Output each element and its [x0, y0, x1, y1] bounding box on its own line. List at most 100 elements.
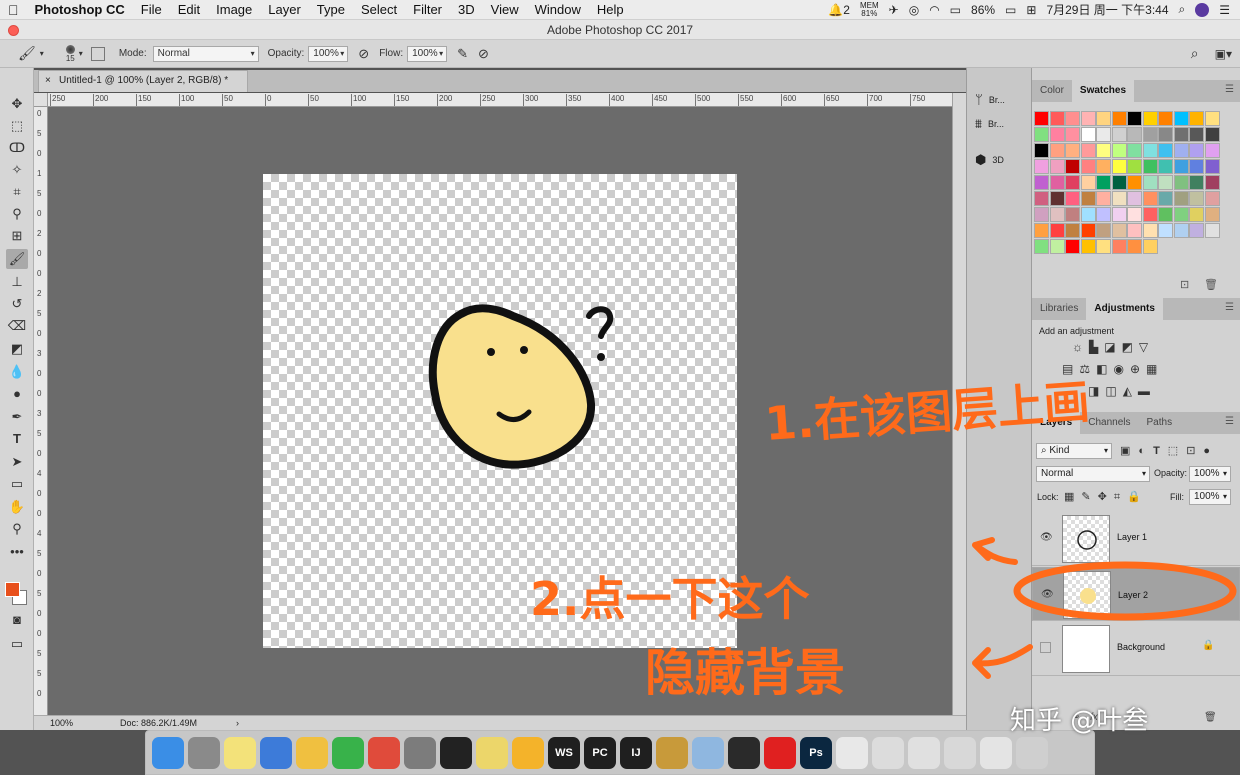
photo-filter-icon[interactable]: ◉ [1113, 362, 1129, 376]
color-swatch[interactable] [1189, 127, 1204, 142]
color-swatch[interactable] [1065, 159, 1080, 174]
dock-chrome-icon[interactable] [368, 736, 400, 769]
panel-menu-icon[interactable]: ☰ [1225, 84, 1234, 95]
mode-select[interactable]: Normal ▾ [152, 45, 259, 62]
dock-webstorm-icon[interactable]: WS [548, 736, 580, 769]
filter-adjustment-icon[interactable]: ◐ [1138, 445, 1153, 457]
filter-pixel-icon[interactable]: ▣ [1120, 445, 1138, 457]
color-swatch[interactable] [1080, 111, 1096, 126]
color-swatch[interactable] [1127, 223, 1142, 238]
delete-swatch-icon[interactable]: 🗑 [1204, 278, 1218, 291]
layer-name[interactable]: Layer 2 [1118, 588, 1148, 602]
menu-type[interactable]: Type [309, 2, 353, 17]
color-swatch[interactable] [1034, 159, 1049, 174]
color-swatch[interactable] [1158, 143, 1173, 158]
color-swatch[interactable] [1158, 175, 1173, 190]
color-swatch[interactable] [1065, 127, 1080, 142]
color-swatch[interactable] [1049, 111, 1065, 126]
layer-filter-select[interactable]: ⌕ Kind ▾ [1036, 443, 1112, 459]
color-swatch[interactable] [1127, 159, 1142, 174]
color-swatch[interactable] [1065, 175, 1080, 190]
user-avatar-icon[interactable] [1195, 2, 1210, 17]
visibility-toggle-empty[interactable] [1040, 642, 1051, 653]
new-swatch-icon[interactable]: ⊡ [1180, 278, 1189, 291]
color-swatch[interactable] [1127, 207, 1142, 222]
color-swatch[interactable] [1096, 207, 1111, 222]
color-swatch[interactable] [1111, 223, 1127, 238]
clone-stamp-tool-icon[interactable]: ⊥ [6, 272, 28, 292]
close-window-button[interactable] [8, 25, 19, 36]
healing-brush-tool-icon[interactable]: ⊞ [6, 226, 28, 246]
tab-swatches[interactable]: Swatches [1071, 80, 1135, 102]
zoom-tool-icon[interactable]: ⚲ [6, 519, 28, 539]
brush-panel-toggle-icon[interactable] [90, 46, 105, 61]
color-swatch[interactable] [1096, 143, 1111, 158]
menu-select[interactable]: Select [353, 2, 405, 17]
vibrance-icon[interactable]: ▽ [1139, 340, 1154, 354]
color-swatch[interactable] [1034, 111, 1049, 126]
color-swatch[interactable] [1142, 223, 1158, 238]
quick-mask-icon[interactable]: ◙ [6, 610, 28, 630]
eyedropper-tool-icon[interactable]: ⚲ [6, 204, 28, 224]
input-method-icon[interactable]: ⊞ [1026, 3, 1036, 17]
filter-toggle-icon[interactable]: ● [1203, 445, 1218, 457]
tab-paths[interactable]: Paths [1139, 412, 1181, 434]
pressure-opacity-icon[interactable]: ⊘ [358, 46, 369, 62]
flow-input[interactable]: 100% ▾ [407, 45, 448, 62]
color-swatch[interactable] [1204, 191, 1220, 206]
color-swatch[interactable] [1034, 143, 1049, 158]
dock-launchpad-icon[interactable] [188, 736, 220, 769]
posterize-icon[interactable]: ◫ [1105, 384, 1122, 398]
color-swatch[interactable] [1065, 223, 1080, 238]
menu-edit[interactable]: Edit [170, 2, 208, 17]
magic-wand-tool-icon[interactable]: ✧ [6, 160, 28, 180]
brush-tool-icon[interactable]: 🖌 [6, 249, 28, 269]
color-swatch[interactable] [1189, 223, 1204, 238]
dock-coin-stack-icon[interactable] [656, 736, 688, 769]
history-brush-tool-icon[interactable]: ↺ [6, 294, 28, 314]
dock-trash-icon[interactable] [1016, 736, 1048, 769]
color-swatch[interactable] [1158, 223, 1173, 238]
dock-photoshop-icon[interactable]: Ps [800, 736, 832, 769]
blur-tool-icon[interactable]: 💧 [6, 362, 28, 382]
color-swatch[interactable] [1142, 127, 1158, 142]
visibility-eye-icon[interactable]: 👁 [1040, 532, 1053, 543]
color-swatch[interactable] [1034, 223, 1049, 238]
wifi-icon[interactable]: ◠ [929, 3, 939, 17]
move-tool-icon[interactable]: ✥ [6, 94, 28, 114]
marquee-tool-icon[interactable]: ⬚ [6, 116, 28, 136]
airplay-icon[interactable]: ▭ [950, 3, 961, 17]
color-swatch[interactable] [1111, 127, 1127, 142]
threshold-icon[interactable]: ◭ [1123, 384, 1138, 398]
brush-tool-preset-icon[interactable]: 🖌 [18, 45, 36, 62]
status-chevron-right-icon[interactable]: › [236, 716, 239, 730]
lock-all-icon[interactable]: 🔒 [1127, 491, 1148, 503]
brush-preview[interactable]: 15 [65, 44, 75, 63]
notification-center-icon[interactable]: ☰ [1219, 3, 1230, 17]
color-swatch[interactable] [1034, 175, 1049, 190]
filter-type-icon[interactable]: T [1153, 445, 1168, 457]
color-swatch[interactable] [1049, 223, 1065, 238]
dock-doc-2-icon[interactable] [872, 736, 904, 769]
zoom-level-field[interactable]: 100% [50, 716, 73, 730]
color-swatch[interactable] [1049, 191, 1065, 206]
crop-tool-icon[interactable]: ⌗ [6, 182, 28, 202]
color-swatch[interactable] [1096, 223, 1111, 238]
color-swatch[interactable] [1204, 207, 1220, 222]
path-selection-tool-icon[interactable]: ➤ [6, 452, 28, 472]
battery-percent[interactable]: 86% [971, 3, 995, 17]
color-swatch[interactable] [1158, 127, 1173, 142]
hue-saturation-icon[interactable]: ▤ [1062, 362, 1079, 376]
more-tools-icon[interactable]: ••• [6, 542, 28, 562]
color-swatch[interactable] [1189, 175, 1204, 190]
dock-keynote-icon[interactable] [260, 736, 292, 769]
horizontal-ruler[interactable]: 250 200 150 100 50 0 50 100 150 200 250 300 350 400 45… [48, 93, 952, 107]
color-swatch[interactable] [1080, 191, 1096, 206]
layer-row-layer-2[interactable]: 👁 Layer 2 [1032, 567, 1240, 621]
apple-menu-icon[interactable]:  [0, 2, 27, 18]
color-swatch[interactable] [1080, 207, 1096, 222]
dock-stickies-icon[interactable] [296, 736, 328, 769]
rectangle-tool-icon[interactable]: ▭ [6, 474, 28, 494]
color-swatch[interactable] [1096, 159, 1111, 174]
brush-presets-panel-button[interactable]: ⩩ Br... [975, 116, 1004, 132]
